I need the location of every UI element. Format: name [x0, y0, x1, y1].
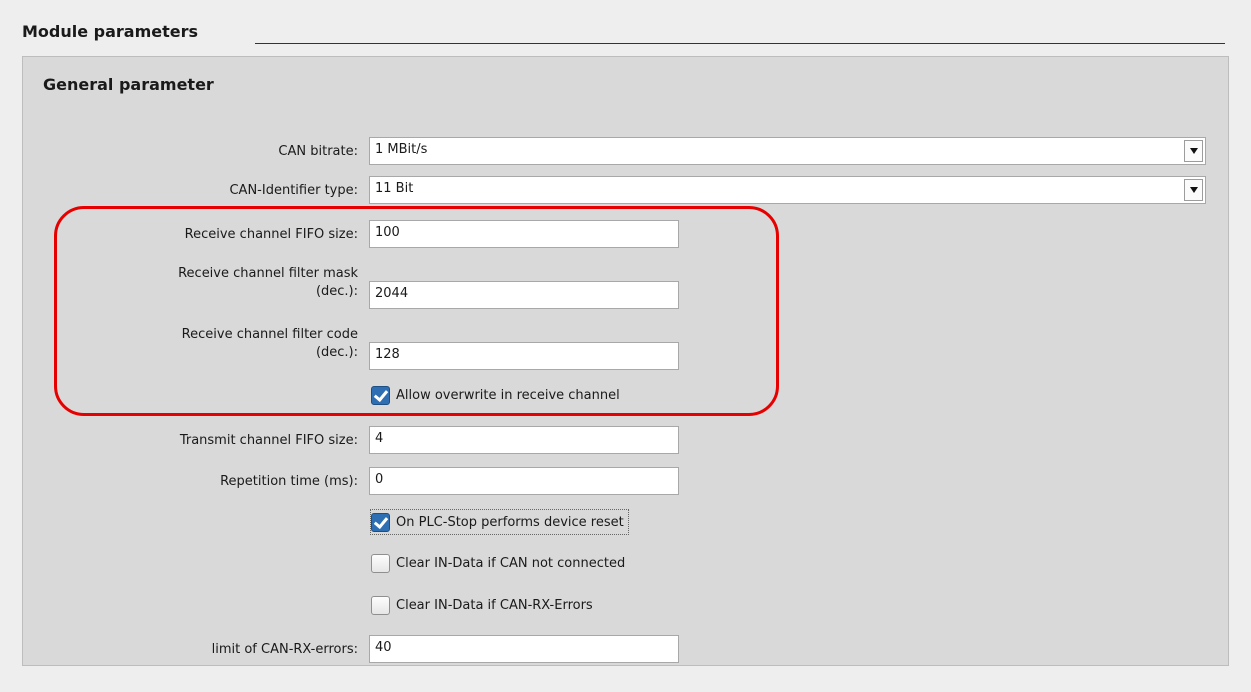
module-parameters-title: Module parameters	[22, 22, 199, 41]
clear-in-data-not-connected-row[interactable]: Clear IN-Data if CAN not connected	[371, 551, 625, 575]
limit-rx-errors-label: limit of CAN-RX-errors:	[211, 642, 358, 657]
title-divider	[255, 43, 1225, 44]
plc-stop-reset-label: On PLC-Stop performs device reset	[396, 514, 624, 530]
clear-in-data-not-connected-checkbox[interactable]	[371, 553, 390, 573]
can-bitrate-label: CAN bitrate:	[278, 144, 358, 159]
transmit-fifo-size-label: Transmit channel FIFO size:	[179, 433, 358, 448]
chevron-down-icon[interactable]	[1184, 140, 1203, 162]
can-bitrate-select[interactable]: 1 MBit/s	[369, 137, 1206, 165]
clear-in-data-rx-errors-row[interactable]: Clear IN-Data if CAN-RX-Errors	[371, 593, 593, 617]
plc-stop-reset-checkbox[interactable]	[371, 512, 390, 532]
clear-in-data-rx-errors-label: Clear IN-Data if CAN-RX-Errors	[396, 597, 593, 613]
repetition-time-label: Repetition time (ms):	[220, 474, 358, 489]
highlight-annotation	[54, 206, 779, 416]
can-identifier-type-label: CAN-Identifier type:	[229, 183, 358, 198]
clear-in-data-not-connected-label: Clear IN-Data if CAN not connected	[396, 555, 626, 571]
plc-stop-reset-checkbox-row[interactable]: On PLC-Stop performs device reset	[370, 509, 629, 535]
can-identifier-type-value: 11 Bit	[375, 181, 414, 196]
can-identifier-type-select[interactable]: 11 Bit	[369, 176, 1206, 204]
chevron-down-icon[interactable]	[1184, 179, 1203, 201]
can-bitrate-value: 1 MBit/s	[375, 142, 428, 157]
clear-in-data-rx-errors-checkbox[interactable]	[371, 595, 390, 615]
limit-rx-errors-input[interactable]: 40	[369, 635, 679, 663]
transmit-fifo-size-input[interactable]: 4	[369, 426, 679, 454]
repetition-time-input[interactable]: 0	[369, 467, 679, 495]
general-parameter-title: General parameter	[43, 75, 214, 94]
